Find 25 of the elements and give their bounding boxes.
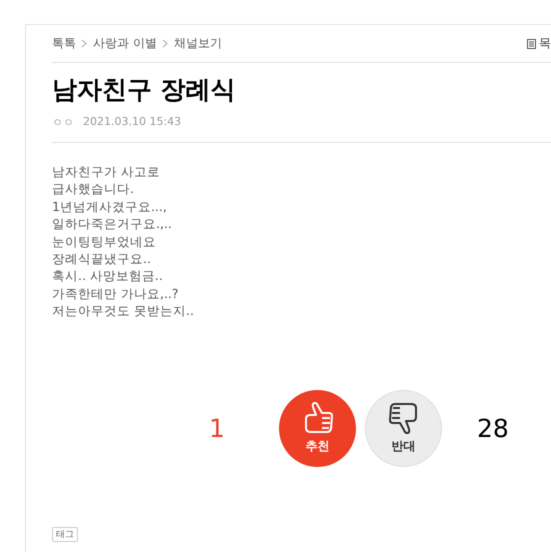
breadcrumb-link[interactable]: 사랑과 이별 xyxy=(93,35,157,52)
chevron-icon xyxy=(162,39,169,48)
list-link[interactable]: 목 xyxy=(527,35,551,52)
list-icon xyxy=(527,38,536,48)
body-text-line: 혹시.. 사망보험금.. xyxy=(52,267,164,285)
recommend-button[interactable]: 추천 xyxy=(279,390,356,467)
body-text-line: 저는아무것도 못받는지.. xyxy=(52,302,195,320)
tag-label: 태그 xyxy=(52,527,78,542)
thumbs-down-icon xyxy=(388,401,420,436)
chevron-icon xyxy=(81,39,88,48)
body-text-line: 눈이팅팅부었네요 xyxy=(52,232,157,250)
body-text-line: 남자친구가 사고로 xyxy=(52,163,161,180)
body-text-line: 일하다죽은거구요.,.. xyxy=(52,215,173,233)
body-text-line: 1년넘게사겼구요..., xyxy=(52,198,168,216)
vote-count: 28 xyxy=(477,414,509,443)
body-text-line: 장례식끝냈구요.. xyxy=(52,250,152,268)
oppose-button[interactable]: 반대 xyxy=(365,390,442,467)
body-text-line: 가족한테만 가나요,..? xyxy=(52,284,180,302)
post-title: 남자친구 장례식 xyxy=(52,74,237,106)
breadcrumb-link[interactable]: 톡톡 xyxy=(52,35,76,52)
author-name: ㅇㅇ xyxy=(52,115,74,130)
body-text-line: 급사했습니다. xyxy=(52,180,135,198)
breadcrumb-link[interactable]: 채널보기 xyxy=(174,35,222,52)
vote-count: 1 xyxy=(209,414,226,443)
post-date: 2021.03.10 15:43 xyxy=(83,115,182,130)
